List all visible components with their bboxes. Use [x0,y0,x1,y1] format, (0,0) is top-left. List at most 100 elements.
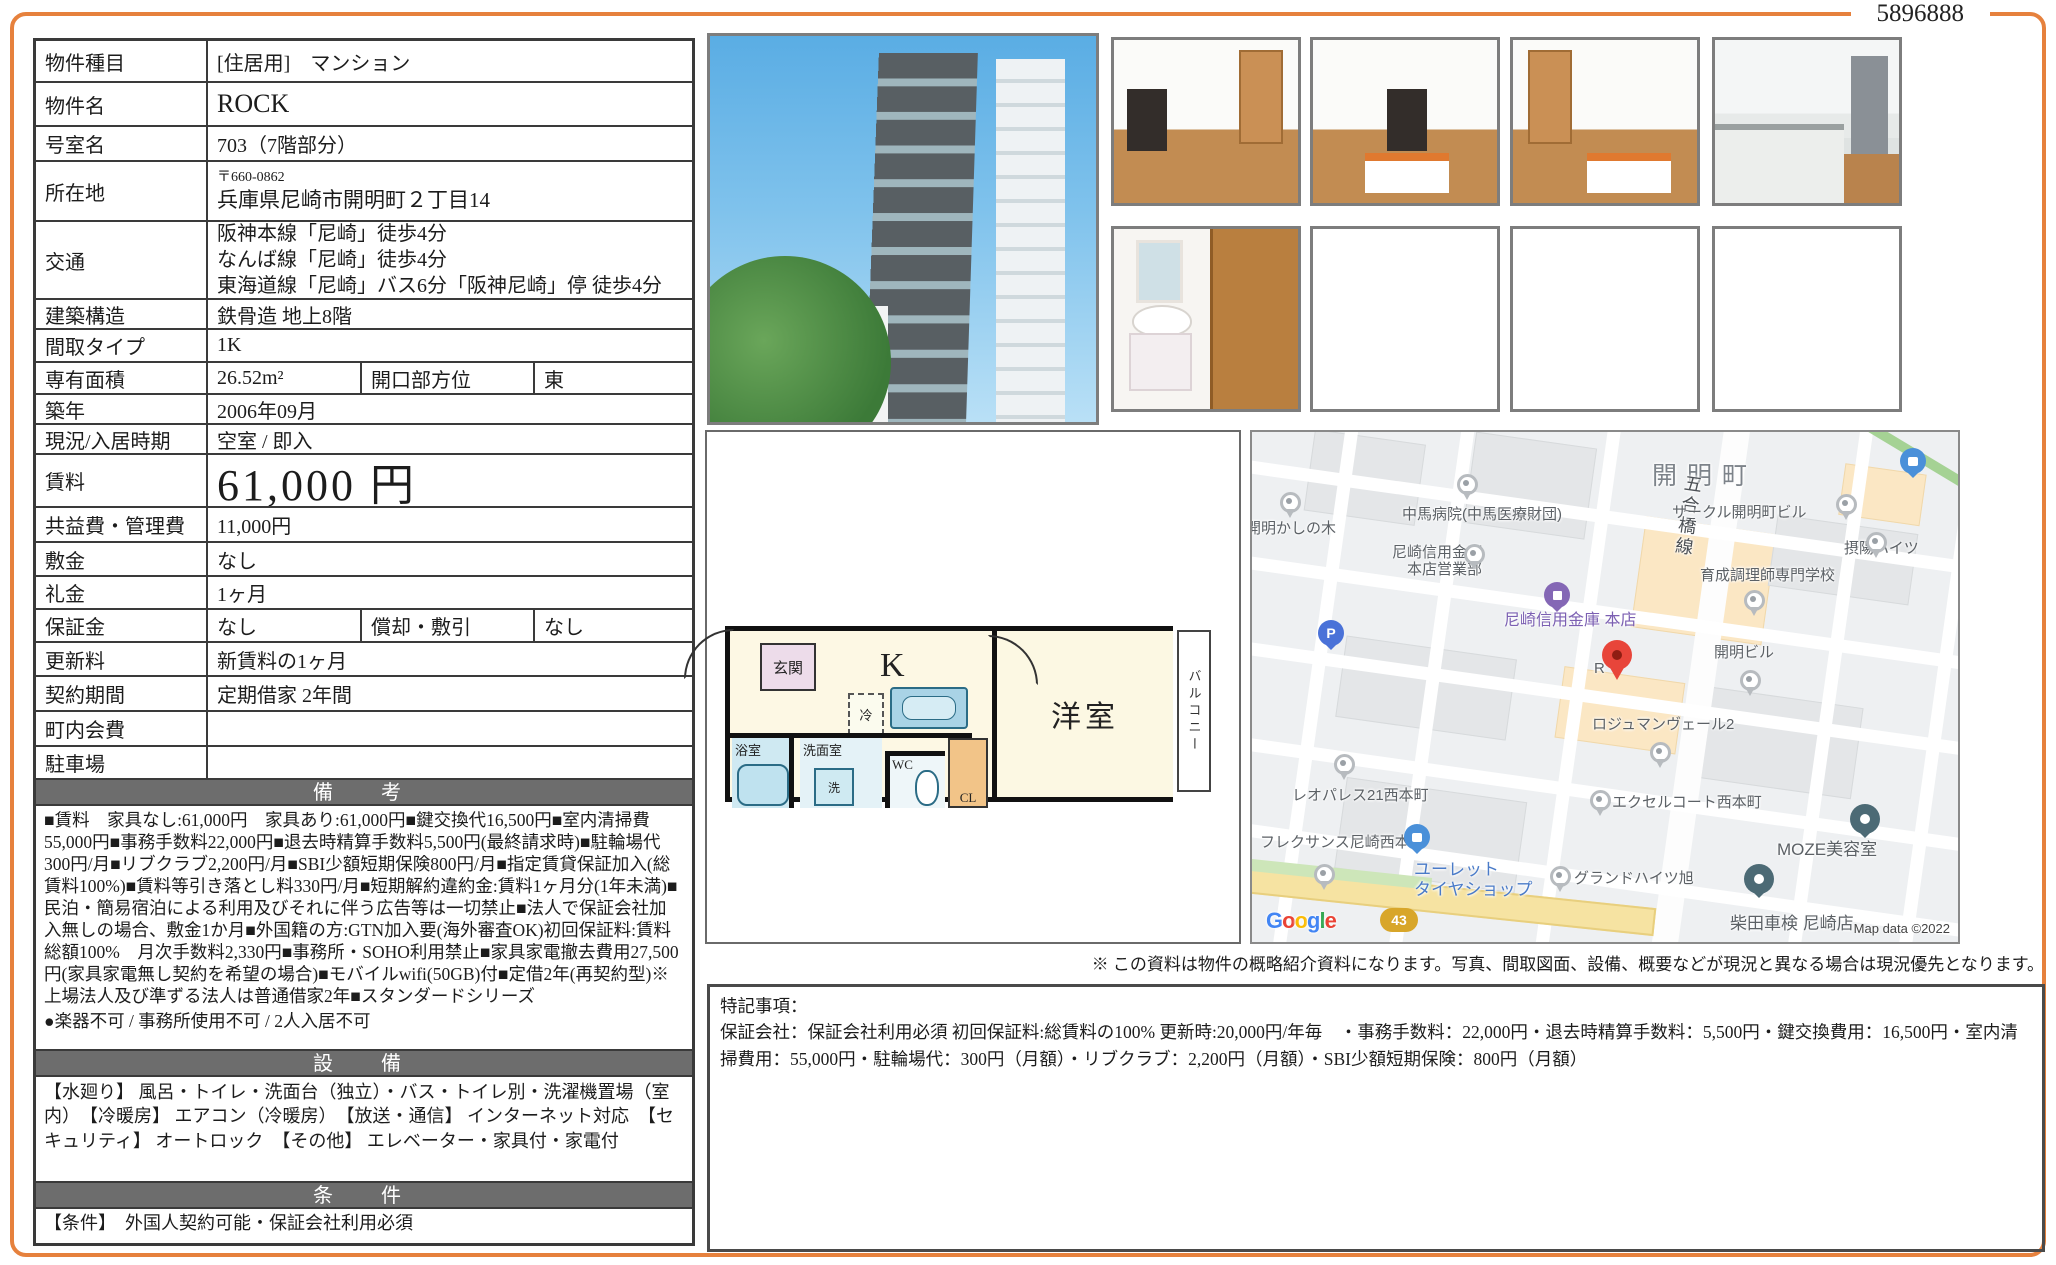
row-label: 号室名 [36,127,208,160]
kitchen-photo-image [1715,40,1899,203]
row-value-2: 東 [544,369,564,392]
row-value: 26.52m² [208,363,362,393]
remarks-body: ■賃料 家具なし:61,000円 家具あり:61,000円■鍵交換代16,500… [36,804,692,1049]
row-label: 敷金 [36,543,208,575]
table-row-rent: 賃料 61,000 円 [36,453,692,506]
row-value: 11,000円 [217,516,292,538]
room-photo-3 [1510,37,1700,206]
kitchen-photo [1712,37,1902,206]
row-label: 間取タイプ [36,330,208,361]
table-row: 敷金 なし [36,541,692,575]
map-label: 育成調理師専門学校 [1700,567,1836,584]
row-label: 交通 [36,222,208,298]
map-label: 柴田車検 尼崎店 [1730,914,1854,933]
row-label: 所在地 [36,162,208,220]
table-row: 礼金 1ヶ月 [36,575,692,608]
map-pin-icon [1836,494,1857,520]
bathtub-icon [737,764,789,806]
equipment-body: 【水廻り】 風呂・トイレ・洗面台（独立）・バス・トイレ別・洗濯機置場（室内） 【… [36,1075,692,1181]
row-value [208,747,692,778]
row-label: 礼金 [36,577,208,608]
rent-value: 61,000 円 [217,460,417,507]
map-pin-icon [1457,474,1478,500]
map-label: 尼崎信用金庫 本店 [1504,612,1637,629]
shop-pin-icon [1900,448,1926,478]
floorplan-sink [890,687,968,729]
row-value: 新賃料の1ヶ月 [217,650,347,673]
map-label: レオパレス21西本町 [1292,787,1429,804]
bank-pin-icon [1544,582,1570,612]
map-copyright: Map data ©2022 [1853,921,1950,936]
transit-line: 東海道線「尼崎」バス6分「阪神尼崎」停 徒歩4分 [217,275,662,297]
washstand-photo-image [1114,229,1298,409]
map-label: グランドハイツ旭 [1574,870,1694,887]
row-label: 駐車場 [36,747,208,778]
parking-pin-icon: P [1318,620,1344,650]
map-label: サークル開明町ビル [1672,504,1807,521]
shop-pin-icon [1404,824,1430,854]
building-photo [707,33,1099,425]
map-pin-icon [1550,866,1571,892]
row-value: なし [208,610,362,641]
washstand-photo [1111,226,1301,412]
map-pin-icon [1314,864,1335,890]
washer-icon: 洗 [814,768,854,806]
floorplan-entrance: 玄関 [760,643,816,691]
map-label: ロジュマンヴェール2 [1592,716,1735,733]
row-label: 保証金 [36,610,208,641]
remarks-header: 備 考 [36,778,692,804]
table-row: 契約期間 定期借家 2年間 [36,675,692,710]
conditions-body: 【条件】 外国人契約可能・保証会社利用必須 [36,1207,692,1243]
row-value: 阪神本線「尼崎」徒歩4分 なんば線「尼崎」徒歩4分 東海道線「尼崎」バス6分「阪… [208,222,692,298]
table-row: 築年 2006年09月 [36,393,692,423]
row-label: 契約期間 [36,677,208,710]
floorplan-balcony: バルコニー [1177,630,1211,792]
location-map: 開明町 五合橋線 開明かしの木 中馬病院(中馬医療財団) 尼崎信用金庫 本店営業… [1250,430,1960,944]
map-pin-icon [1334,754,1355,780]
row-label: 築年 [36,395,208,423]
row-value: 2006年09月 [217,400,317,423]
remarks-restrictions: ●楽器不可 / 事務所使用不可 / 2人入居不可 [44,1011,371,1032]
row-value [208,712,692,745]
row-label: 専有面積 [36,363,208,393]
row-value: 703（7階部分） [217,135,357,157]
empty-photo-slot-3 [1712,226,1902,412]
row-label: 建築構造 [36,300,208,328]
map-label: ユーレット タイヤショップ [1414,860,1533,899]
special-notes-title: 特記事項： [720,996,808,1016]
room-photo-image [1313,40,1497,203]
table-row: 物件種目 [住居用] マンション [36,41,692,81]
floorplan-box: 玄関 K 冷 浴室 洗面室洗 WC CL 洋室 バルコニー [684,430,1241,944]
room-photo-1 [1111,37,1301,206]
garage-pin-icon [1744,864,1774,898]
map-pin-icon [1650,742,1671,768]
room-photo-2 [1310,37,1500,206]
address: 兵庫県尼崎市開明町２丁目14 [217,187,490,212]
map-label: エクセルコート西本町 [1612,794,1762,811]
special-notes-body: 保証会社：保証会社利用必須 初回保証料:総賃料の100% 更新時:20,000円… [720,1022,2018,1069]
floorplan-drawing: 玄関 K 冷 浴室 洗面室洗 WC CL 洋室 バルコニー [684,620,1225,808]
property-sheet: 5896888 物件種目 [住居用] マンション 物件名 ROCK 号室名 70… [0,0,2056,1265]
row-value: ROCK [217,89,290,118]
row-value: 空室 / 即入 [217,430,313,453]
row-label: 物件種目 [36,41,208,81]
document-number: 5896888 [1850,0,1990,28]
map-area-label: 開明町 [1652,462,1758,490]
property-table: 物件種目 [住居用] マンション 物件名 ROCK 号室名 703（7階部分） … [33,38,695,1246]
floorplan-unit: 玄関 K 冷 浴室 洗面室洗 WC CL 洋室 [684,626,1173,808]
postal-code: 〒660-0862 [217,170,285,186]
row-label: 町内会費 [36,712,208,745]
map-label: 中馬病院(中馬医療財団) [1402,506,1562,523]
row-value: 鉄骨造 地上8階 [217,305,352,328]
table-row: 物件名 ROCK [36,81,692,125]
table-row: 駐車場 [36,745,692,778]
row-value: 1K [217,334,242,356]
table-row: 町内会費 [36,710,692,745]
row-label: 共益費・管理費 [36,508,208,541]
floorplan-washroom: 洗面室洗 [800,738,882,808]
toilet-icon [915,770,939,806]
row-label-2: 開口部方位 [362,363,535,393]
table-row: 更新料 新賃料の1ヶ月 [36,641,692,675]
google-logo: Google [1266,908,1337,933]
room-photo-image [1114,40,1298,203]
